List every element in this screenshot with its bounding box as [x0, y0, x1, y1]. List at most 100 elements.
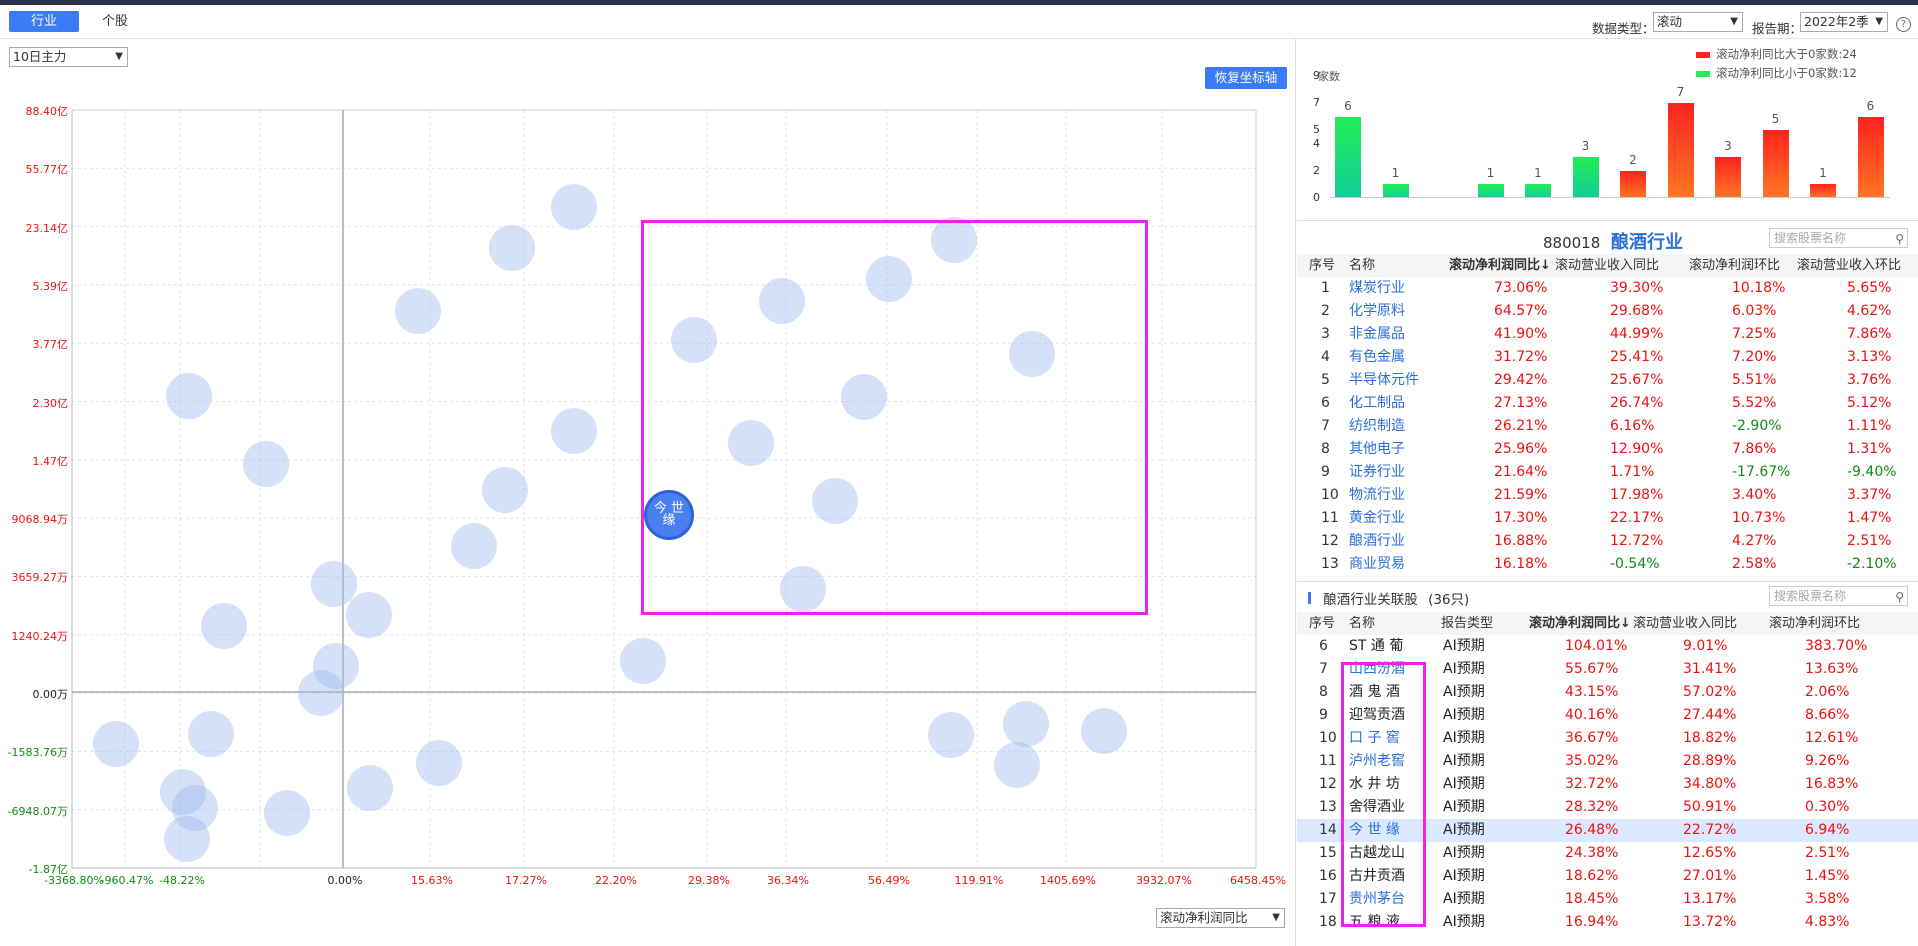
histogram-bar[interactable]	[1525, 184, 1551, 198]
cell-value: 8.66%	[1805, 707, 1850, 723]
cell-value: 25.67%	[1610, 372, 1664, 388]
industry-bubble[interactable]	[482, 467, 528, 513]
industry-name-link[interactable]: 商业贸易	[1349, 553, 1405, 576]
industry-name-link[interactable]: 黄金行业	[1349, 507, 1405, 530]
histogram-bar[interactable]	[1335, 116, 1361, 198]
data-type-value: 滚动	[1657, 14, 1683, 29]
industry-row[interactable]: 2 化学原料 64.57% 29.68% 6.03% 4.62%	[1297, 300, 1918, 323]
industry-row[interactable]: 13 商业贸易 16.18% -0.54% 2.58% -2.10%	[1297, 553, 1918, 576]
industry-row[interactable]: 6 化工制品 27.13% 26.74% 5.52% 5.12%	[1297, 392, 1918, 415]
histogram-bar[interactable]	[1620, 170, 1646, 198]
industry-name-link[interactable]: 酿酒行业	[1349, 530, 1405, 553]
industry-row[interactable]: 5 半导体元件 29.42% 25.67% 5.51% 3.76%	[1297, 369, 1918, 392]
industry-row[interactable]: 7 纺织制造 26.21% 6.16% -2.90% 1.11%	[1297, 415, 1918, 438]
industry-row[interactable]: 8 其他电子 25.96% 12.90% 7.86% 1.31%	[1297, 438, 1918, 461]
industry-bubble[interactable]	[451, 523, 497, 569]
column-header[interactable]: 滚动营业收入同比	[1555, 254, 1659, 277]
industry-bubble[interactable]	[395, 288, 441, 334]
cell-value: 17.30%	[1494, 510, 1548, 526]
related-stock-row[interactable]: 6 ST 通 葡 AI预期 104.01% 9.01% 383.70%	[1297, 635, 1918, 658]
industry-bubble[interactable]	[994, 742, 1040, 788]
histogram-bar[interactable]	[1667, 103, 1694, 198]
industry-row[interactable]: 11 黄金行业 17.30% 22.17% 10.73% 1.47%	[1297, 507, 1918, 530]
industry-name-link[interactable]: 半导体元件	[1349, 369, 1419, 392]
histogram-bar[interactable]	[1762, 130, 1789, 198]
search-icon[interactable]: ⚲	[1895, 230, 1904, 248]
industry-bubble[interactable]	[166, 373, 212, 419]
cell-value: 5.51%	[1732, 372, 1777, 388]
row-index: 13	[1321, 556, 1339, 572]
column-header[interactable]: 序号	[1309, 254, 1335, 277]
cell-value: 18.45%	[1565, 891, 1619, 907]
cell-value: 12.90%	[1610, 441, 1664, 457]
industry-bubble[interactable]	[347, 765, 393, 811]
industry-bubble[interactable]	[201, 603, 247, 649]
industry-bubble[interactable]	[188, 711, 234, 757]
histogram-bar[interactable]	[1715, 157, 1741, 198]
industry-bubble[interactable]	[551, 184, 597, 230]
y-tick-label: -6948.07万	[7, 804, 68, 818]
histogram-bar[interactable]	[1477, 184, 1504, 198]
industry-bubble[interactable]	[928, 712, 974, 758]
industry-name-link[interactable]: 纺织制造	[1349, 415, 1405, 438]
data-type-select[interactable]: 滚动 ▼	[1653, 12, 1743, 32]
industry-row[interactable]: 3 非金属品 41.90% 44.99% 7.25% 7.86%	[1297, 323, 1918, 346]
histogram-bar[interactable]	[1810, 184, 1836, 198]
industry-bubble[interactable]	[551, 408, 597, 454]
industry-name-link[interactable]: 证券行业	[1349, 461, 1405, 484]
industry-name-link[interactable]: 化工制品	[1349, 392, 1405, 415]
industry-bubble[interactable]	[1003, 701, 1049, 747]
help-icon[interactable]: ?	[1896, 17, 1911, 32]
industry-bubble[interactable]	[164, 816, 210, 862]
column-header[interactable]: 报告类型	[1441, 612, 1493, 635]
row-index: 7	[1319, 661, 1328, 677]
report-period-select[interactable]: 2022年2季 ▼	[1800, 12, 1888, 32]
x-metric-select[interactable]: 滚动净利润同比 ▼	[1156, 908, 1285, 928]
column-header[interactable]: 滚动净利润环比	[1689, 254, 1780, 277]
industry-bubble[interactable]	[346, 592, 392, 638]
industry-bubble[interactable]	[1081, 708, 1127, 754]
industry-name-link[interactable]: 其他电子	[1349, 438, 1405, 461]
histogram-bar[interactable]	[1857, 116, 1884, 198]
cell-value: 35.02%	[1565, 753, 1619, 769]
industry-name-link[interactable]: 物流行业	[1349, 484, 1405, 507]
histogram-bar-label: 1	[1534, 166, 1542, 181]
industry-name-link[interactable]: 煤炭行业	[1349, 277, 1405, 300]
stock-name[interactable]: ST 通 葡	[1349, 635, 1403, 658]
industry-search-input[interactable]: 搜索股票名称 ⚲	[1769, 228, 1908, 248]
industry-row[interactable]: 4 有色金属 31.72% 25.41% 7.20% 3.13%	[1297, 346, 1918, 369]
column-header[interactable]: 滚动营业收入同比	[1633, 612, 1737, 635]
cell-value: 27.13%	[1494, 395, 1548, 411]
column-header[interactable]: 滚动净利润同比↓	[1449, 254, 1551, 277]
column-header[interactable]: 序号	[1309, 612, 1335, 635]
industry-bubble[interactable]	[489, 225, 535, 271]
industry-name-link[interactable]: 有色金属	[1349, 346, 1405, 369]
cell-value: 3.13%	[1847, 349, 1892, 365]
industry-row[interactable]: 9 证券行业 21.64% 1.71% -17.67% -9.40%	[1297, 461, 1918, 484]
row-index: 11	[1319, 753, 1337, 769]
histogram-bar[interactable]	[1382, 184, 1409, 198]
cell-value: 1.47%	[1847, 510, 1892, 526]
search-icon[interactable]: ⚲	[1895, 588, 1904, 606]
cell-value: 6.03%	[1732, 303, 1777, 319]
industry-bubble[interactable]	[298, 670, 344, 716]
industry-bubble[interactable]	[620, 638, 666, 684]
column-header[interactable]: 名称	[1349, 612, 1375, 635]
industry-bubble[interactable]	[243, 441, 289, 487]
industry-row[interactable]: 12 酿酒行业 16.88% 12.72% 4.27% 2.51%	[1297, 530, 1918, 553]
column-header[interactable]: 滚动净利润环比	[1769, 612, 1860, 635]
cell-value: 7.20%	[1732, 349, 1777, 365]
column-header[interactable]: 名称	[1349, 254, 1375, 277]
related-search-input[interactable]: 搜索股票名称 ⚲	[1769, 586, 1908, 606]
column-header[interactable]: 滚动净利润同比↓	[1529, 612, 1631, 635]
industry-bubble[interactable]	[264, 790, 310, 836]
industry-row[interactable]: 1 煤炭行业 73.06% 39.30% 10.18% 5.65%	[1297, 277, 1918, 300]
column-header[interactable]: 滚动营业收入环比	[1797, 254, 1901, 277]
industry-name-link[interactable]: 化学原料	[1349, 300, 1405, 323]
histogram-bar[interactable]	[1572, 157, 1599, 198]
industry-bubble[interactable]	[416, 740, 462, 786]
x-tick-label: 22.20%	[595, 874, 637, 887]
industry-bubble[interactable]	[93, 721, 139, 767]
industry-name-link[interactable]: 非金属品	[1349, 323, 1405, 346]
industry-row[interactable]: 10 物流行业 21.59% 17.98% 3.40% 3.37%	[1297, 484, 1918, 507]
